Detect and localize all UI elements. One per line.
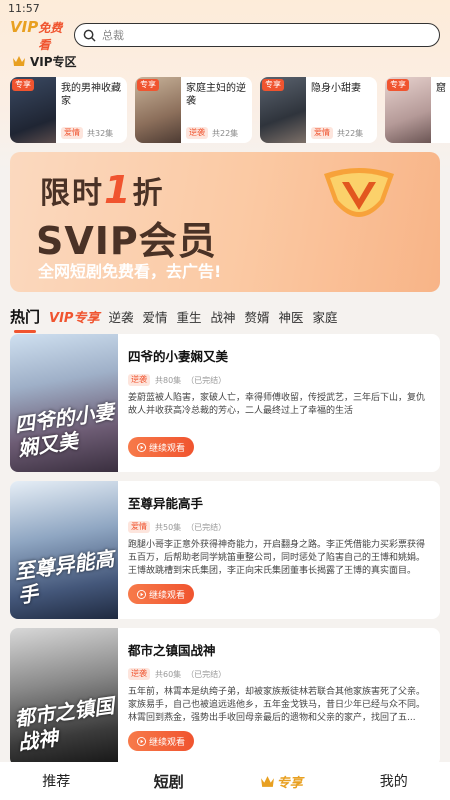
nav-mine[interactable]: 我的 (338, 771, 450, 791)
banner-subtitle: 全网短剧免费看，去广告! (38, 262, 222, 281)
tab-rebirth[interactable]: 重生 (176, 307, 201, 326)
vip-card[interactable]: 专享 窟 (385, 77, 450, 143)
vip-zone-title: VIP专区 (30, 54, 77, 69)
episode-count: 共80集 (155, 375, 182, 385)
drama-title: 都市之镇国战神 (128, 643, 216, 658)
exclusive-tag: 专享 (137, 79, 159, 91)
banner-headline: 限时1折 (40, 168, 164, 212)
tab-doctor[interactable]: 神医 (279, 307, 304, 326)
category-tag: 逆袭 (128, 374, 150, 386)
nav-recommend[interactable]: 推荐 (0, 771, 113, 791)
drama-title: 四爷的小妻娴又美 (128, 349, 229, 364)
category-tag: 爱情 (311, 127, 333, 139)
episode-count: 共22集 (212, 128, 239, 138)
banner-text: 限时 (40, 176, 104, 211)
drama-poster: 至尊异能高手 (10, 481, 118, 619)
exclusive-tag: 专享 (387, 79, 409, 91)
bottom-navigation: 推荐 短剧 专享 我的 (0, 762, 450, 800)
continue-watching-label: 继续观看 (148, 443, 185, 454)
tab-counterattack[interactable]: 逆袭 (108, 307, 133, 326)
search-icon (83, 29, 96, 41)
vip-card-thumbnail: 专享 (135, 77, 181, 143)
crown-icon (260, 775, 274, 787)
nav-vip-exclusive[interactable]: 专享 (225, 772, 338, 791)
logo-free-text: 免费看 (38, 20, 63, 52)
tab-war-god[interactable]: 战神 (211, 307, 236, 326)
category-tag: 爱情 (128, 521, 150, 533)
vip-card-title: 家庭主妇的逆袭 (186, 83, 246, 107)
drama-poster: 都市之镇国战神 (10, 628, 118, 766)
completion-status: （已完结） (186, 669, 227, 679)
continue-watching-label: 继续观看 (148, 737, 185, 748)
tab-hot[interactable]: 热门 (10, 306, 40, 333)
vip-card-thumbnail: 专享 (260, 77, 306, 143)
poster-title-art: 至尊异能高手 (13, 546, 116, 608)
status-bar: 11:57 (0, 0, 450, 18)
tab-romance[interactable]: 爱情 (142, 307, 167, 326)
drama-card[interactable]: 至尊异能高手 至尊异能高手 爱情 共50集 （已完结） 跑腿小哥李正意外获得神奇… (10, 481, 440, 619)
drama-poster: 四爷的小妻娴又美 (10, 334, 118, 472)
category-tag: 逆袭 (128, 668, 150, 680)
completion-status: （已完结） (186, 522, 227, 532)
poster-title-art: 都市之镇国战神 (13, 693, 116, 755)
drama-description: 姜蔚蓝被人陷害，家破人亡，幸得师傅收留，传授武艺，三年后下山，复仇故人并收获高冷… (128, 393, 426, 416)
status-time: 11:57 (8, 2, 40, 15)
play-icon (136, 589, 146, 599)
search-input[interactable]: 总裁 (74, 23, 440, 47)
poster-title-art: 四爷的小妻娴又美 (13, 399, 116, 461)
episode-count: 共22集 (337, 128, 364, 138)
drama-description: 跑腿小哥李正意外获得神奇能力，开启翻身之路。李正凭借能力买彩票获得五百万，后帮助… (128, 540, 426, 576)
exclusive-tag: 专享 (262, 79, 284, 91)
category-tabs: 热门 VIP专享 逆袭 爱情 重生 战神 赘婿 神医 家庭 (10, 304, 338, 333)
vip-card[interactable]: 专享 家庭主妇的逆袭 逆袭 共22集 (135, 77, 252, 143)
tab-family[interactable]: 家庭 (313, 307, 338, 326)
drama-card[interactable]: 四爷的小妻娴又美 四爷的小妻娴又美 逆袭 共80集 （已完结） 姜蔚蓝被人陷害，… (10, 334, 440, 472)
exclusive-tag: 专享 (12, 79, 34, 91)
vip-card-thumbnail: 专享 (385, 77, 431, 143)
tab-son-in-law[interactable]: 赘婿 (245, 307, 270, 326)
vip-card[interactable]: 专享 隐身小甜妻 爱情 共22集 (260, 77, 377, 143)
drama-card[interactable]: 都市之镇国战神 都市之镇国战神 逆袭 共60集 （已完结） 五年前，林霄本是纨绔… (10, 628, 440, 766)
completion-status: （已完结） (186, 375, 227, 385)
svip-promo-banner[interactable]: 限时1折 SVIP会员 全网短剧免费看，去广告! (10, 152, 440, 292)
category-tag: 爱情 (61, 127, 83, 139)
svip-v-logo-icon (324, 168, 394, 217)
nav-short-drama[interactable]: 短剧 (113, 771, 226, 792)
drama-description: 五年前，林霄本是纨绔子弟，却被家族叛徒林若联合其他家族害死了父亲。家族易手，自己… (128, 687, 426, 723)
nav-recommend-label: 推荐 (42, 774, 71, 790)
continue-watching-label: 继续观看 (148, 590, 185, 601)
nav-vip-label: 专享 (276, 775, 303, 791)
episode-count: 共50集 (155, 522, 182, 532)
vip-card[interactable]: 专享 我的男神收藏家 爱情 共32集 (10, 77, 127, 143)
tab-vip-exclusive[interactable]: VIP专享 (49, 307, 99, 326)
nav-mine-label: 我的 (379, 774, 408, 790)
vip-card-title: 窟 (436, 83, 446, 94)
play-icon (136, 442, 146, 452)
banner-discount-number: 1 (104, 168, 133, 212)
vip-card-title: 我的男神收藏家 (61, 83, 121, 107)
app-logo: VIP 免费看 (10, 18, 72, 53)
search-placeholder: 总裁 (102, 29, 124, 42)
header: VIP 免费看 总裁 (10, 18, 440, 52)
play-icon (136, 736, 146, 746)
vip-zone-heading: VIP专区 (12, 53, 77, 69)
continue-watching-button[interactable]: 继续观看 (128, 584, 194, 604)
category-tag: 逆袭 (186, 127, 208, 139)
vip-card-title: 隐身小甜妻 (311, 83, 361, 94)
episode-count: 共32集 (87, 128, 114, 138)
crown-icon (13, 56, 25, 66)
drama-title: 至尊异能高手 (128, 496, 204, 511)
vip-card-thumbnail: 专享 (10, 77, 56, 143)
banner-svip-title: SVIP会员 (36, 219, 217, 263)
continue-watching-button[interactable]: 继续观看 (128, 731, 194, 751)
episode-count: 共60集 (155, 669, 182, 679)
nav-short-drama-label: 短剧 (153, 772, 184, 791)
vip-zone-carousel[interactable]: 专享 我的男神收藏家 爱情 共32集 专享 家庭主妇的逆袭 逆袭 共22集 专享… (10, 77, 450, 143)
continue-watching-button[interactable]: 继续观看 (128, 437, 194, 457)
banner-text: 折 (132, 176, 165, 211)
logo-vip-text: VIP (10, 17, 39, 36)
